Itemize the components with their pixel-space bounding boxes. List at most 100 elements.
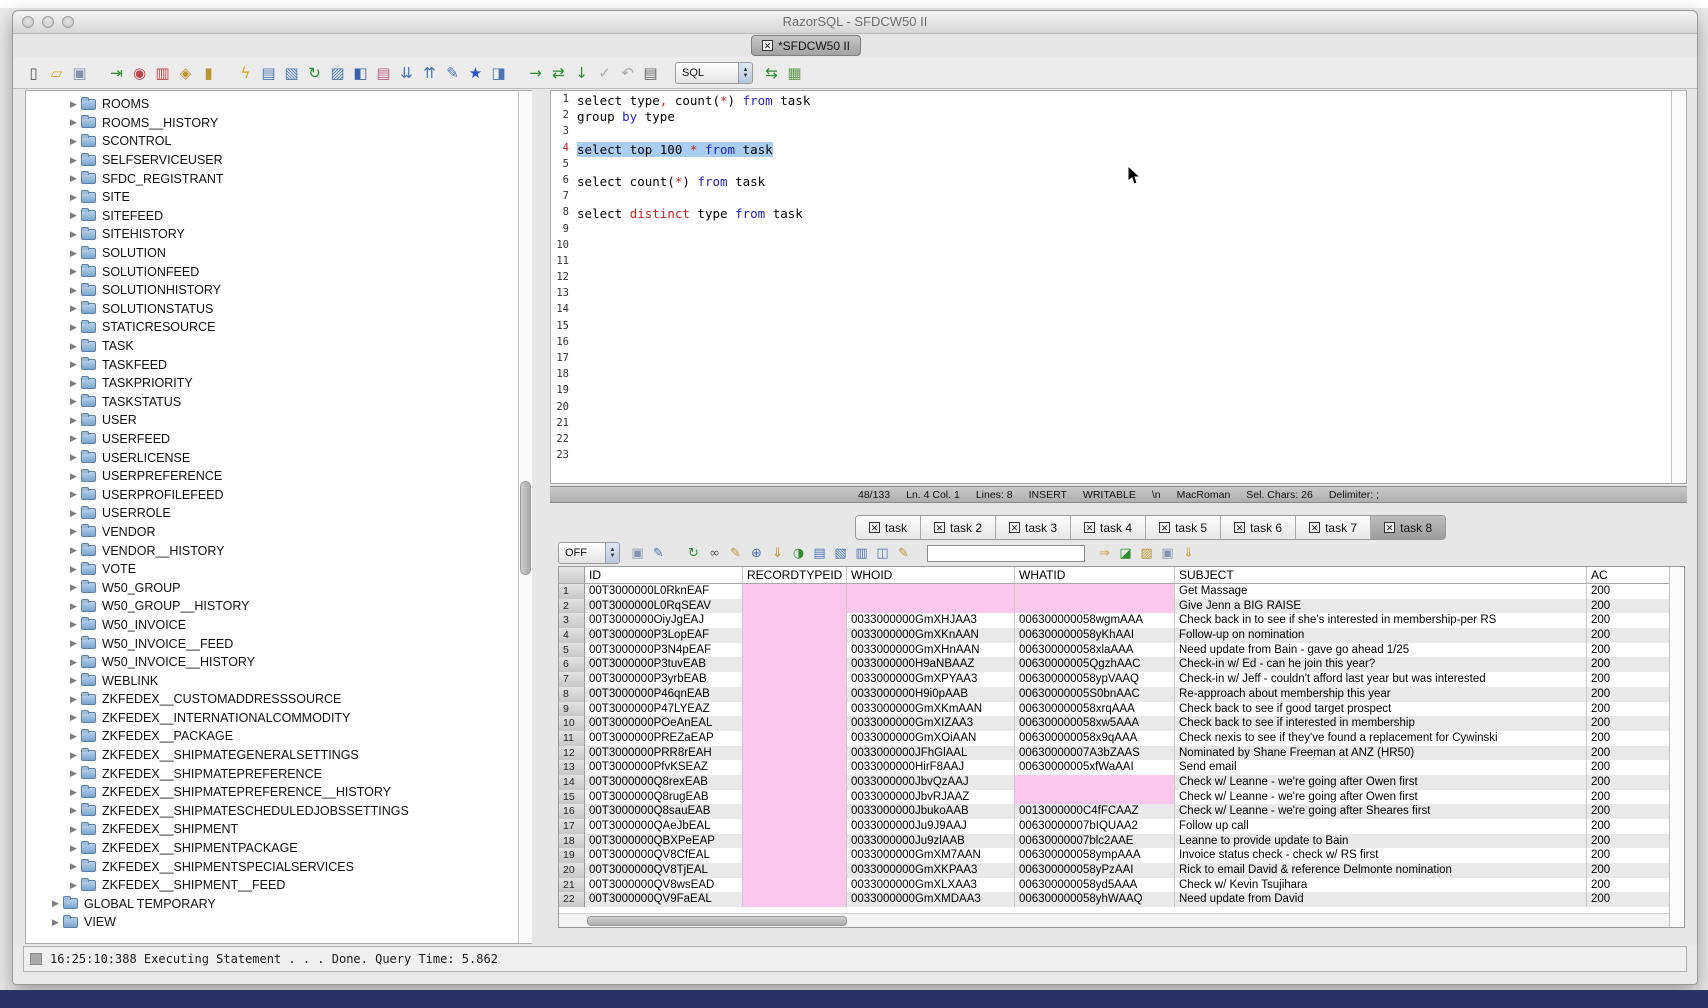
tree-scrollbar-thumb[interactable] [520,481,531,575]
disclosure-triangle-icon[interactable]: ▶ [70,675,81,686]
disclosure-triangle-icon[interactable]: ▶ [70,619,81,630]
table-row[interactable]: 1500T3000000Q8rugEAB0033000000JbvRJAAZCh… [559,790,1685,805]
table-row[interactable]: 1000T3000000POeAnEAL0033000000GmXIZAA300… [559,716,1685,731]
tree-item-user[interactable]: ▶USER [26,411,518,430]
editor-lines[interactable]: select type, count(*) from taskgroup by … [577,93,1670,465]
panel-splitter[interactable] [532,89,550,946]
commit-icon[interactable]: ✓ [594,62,615,83]
row-number[interactable]: 16 [559,804,585,819]
tree-item-site[interactable]: ▶SITE [26,188,518,207]
table-cell[interactable] [743,848,847,863]
disclosure-triangle-icon[interactable]: ▶ [70,880,81,891]
table-cell[interactable] [743,878,847,893]
table-row[interactable]: 600T3000000P3tuvEAB0033000000H9aNBAAZ006… [559,657,1685,672]
disclosure-triangle-icon[interactable]: ▶ [70,712,81,723]
table-cell[interactable]: 0033000000GmXHJAA3 [847,613,1015,628]
disclosure-triangle-icon[interactable]: ▶ [70,750,81,761]
editor-line-8[interactable]: select distinct type from task [577,206,1670,222]
table-cell[interactable]: 00T3000000Q8sauEAB [585,804,743,819]
table-cell[interactable]: 00630000005QgzhAAC [1015,657,1175,672]
disclosure-triangle-icon[interactable]: ▶ [70,229,81,240]
editor-line-20[interactable] [577,401,1670,417]
table-row[interactable]: 1600T3000000Q8sauEAB0033000000JbukoAAB00… [559,804,1685,819]
sort-desc-icon[interactable]: ⇊ [396,62,417,83]
table-cell[interactable]: Follow-up on nomination [1175,628,1587,643]
editor-line-10[interactable] [577,239,1670,255]
notes-icon[interactable]: ▨ [1137,544,1156,563]
auto-commit-icon[interactable]: ⇆ [761,62,782,83]
column-header-whatid[interactable]: WHATID [1015,567,1175,584]
filter-results-icon[interactable]: ✎ [649,544,668,563]
sql-editor[interactable]: 1234567891011121314151617181920212223 se… [550,90,1687,484]
column-header-subject[interactable]: SUBJECT [1175,567,1587,584]
table-cell[interactable]: 00630000005xfWaAAI [1015,760,1175,775]
tree-item-w50_invoice[interactable]: ▶W50_INVOICE [26,616,518,635]
row-number[interactable]: 1 [559,584,585,599]
tree-item-zkfedex__package[interactable]: ▶ZKFEDEX__PACKAGE [26,727,518,746]
table-cell[interactable] [743,672,847,687]
editor-line-9[interactable] [577,223,1670,239]
tree-item-userfeed[interactable]: ▶USERFEED [26,430,518,449]
table-cell[interactable]: 006300000058wgmAAA [1015,613,1175,628]
table-row[interactable]: 800T3000000P46qnEAB0033000000H9i0pAAB006… [559,687,1685,702]
table-row[interactable]: 1100T3000000PREZaEAP0033000000GmXOiAAN00… [559,731,1685,746]
close-tab-icon[interactable]: ✕ [1009,522,1020,533]
table-cell[interactable] [743,863,847,878]
editor-line-12[interactable] [577,271,1670,287]
disclosure-triangle-icon[interactable]: ▶ [70,582,81,593]
row-number[interactable]: 2 [559,599,585,614]
table-row[interactable]: 1900T3000000QV8CfEAL0033000000GmXM7AAN00… [559,848,1685,863]
disclosure-triangle-icon[interactable]: ▶ [70,155,81,166]
disclosure-triangle-icon[interactable]: ▶ [70,471,81,482]
tree-item-sitehistory[interactable]: ▶SITEHISTORY [26,225,518,244]
table-cell[interactable] [743,613,847,628]
tree-item-zkfedex__shipmatepreference__history[interactable]: ▶ZKFEDEX__SHIPMATEPREFERENCE__HISTORY [26,783,518,802]
tree-item-zkfedex__shipment__feed[interactable]: ▶ZKFEDEX__SHIPMENT__FEED [26,876,518,895]
table-cell[interactable]: 00630000007bIQUAA2 [1015,819,1175,834]
disclosure-triangle-icon[interactable]: ▶ [70,545,81,556]
row-number[interactable]: 12 [559,746,585,761]
db-icon[interactable]: ▮ [198,62,219,83]
editor-line-6[interactable]: select count(*) from task [577,174,1670,190]
table-cell[interactable]: 006300000058ypVAAQ [1015,672,1175,687]
table-row[interactable]: 500T3000000P3N4pEAF0033000000GmXHnAAN006… [559,643,1685,658]
save-file-icon[interactable]: ▣ [69,62,90,83]
table-cell[interactable]: 00T3000000P47LYEAZ [585,702,743,717]
table-row[interactable]: 2000T3000000QV8TjEAL0033000000GmXKPAA300… [559,863,1685,878]
tree-item-vendor[interactable]: ▶VENDOR [26,523,518,542]
tree-item-zkfedex__shipmategeneralsettings[interactable]: ▶ZKFEDEX__SHIPMATEGENERALSETTINGS [26,746,518,765]
editor-line-16[interactable] [577,336,1670,352]
table-cell[interactable]: Check back in to see if she's interested… [1175,613,1587,628]
tree-item-userprofilefeed[interactable]: ▶USERPROFILEFEED [26,485,518,504]
column-header-id[interactable]: ID [585,567,743,584]
table-cell[interactable]: Get Massage [1175,584,1587,599]
table-cell[interactable]: 0033000000H9aNBAAZ [847,657,1015,672]
disclosure-triangle-icon[interactable]: ▶ [70,731,81,742]
table-cell[interactable]: 0033000000GmXMDAA3 [847,892,1015,907]
disclosure-triangle-icon[interactable]: ▶ [70,99,81,110]
table-cell[interactable]: 00T3000000QV8TjEAL [585,863,743,878]
table-cell[interactable] [743,584,847,599]
disclosure-triangle-icon[interactable]: ▶ [52,917,63,928]
download-results-icon[interactable]: ⇓ [1179,544,1198,563]
editor-line-17[interactable] [577,352,1670,368]
table-row[interactable]: 400T3000000P3LopEAF0033000000GmXKnAAN006… [559,628,1685,643]
disclosure-triangle-icon[interactable]: ▶ [70,173,81,184]
disclosure-triangle-icon[interactable]: ▶ [70,248,81,259]
table-cell[interactable]: 00T3000000QAeJbEAL [585,819,743,834]
tree-item-zkfedex__customaddresssource[interactable]: ▶ZKFEDEX__CUSTOMADDRESSSOURCE [26,690,518,709]
rollback-icon[interactable]: ↶ [617,62,638,83]
row-number[interactable]: 21 [559,878,585,893]
disclosure-triangle-icon[interactable]: ▶ [70,452,81,463]
column-list-icon[interactable]: ▤ [373,62,394,83]
table-horizontal-scrollbar[interactable] [559,913,1670,927]
editor-line-14[interactable] [577,303,1670,319]
table-cell[interactable] [743,599,847,614]
table-cell[interactable]: 00630000005S0bnAAC [1015,687,1175,702]
editor-line-2[interactable]: group by type [577,109,1670,125]
tree-item-zkfedex__shipmentspecialservices[interactable]: ▶ZKFEDEX__SHIPMENTSPECIALSERVICES [26,857,518,876]
table-cell[interactable]: 0033000000JbvQzAAJ [847,775,1015,790]
limit-select[interactable]: OFF ▲▼ [558,542,620,564]
disclosure-triangle-icon[interactable]: ▶ [70,768,81,779]
table-cell[interactable]: 006300000058x9qAAA [1015,731,1175,746]
